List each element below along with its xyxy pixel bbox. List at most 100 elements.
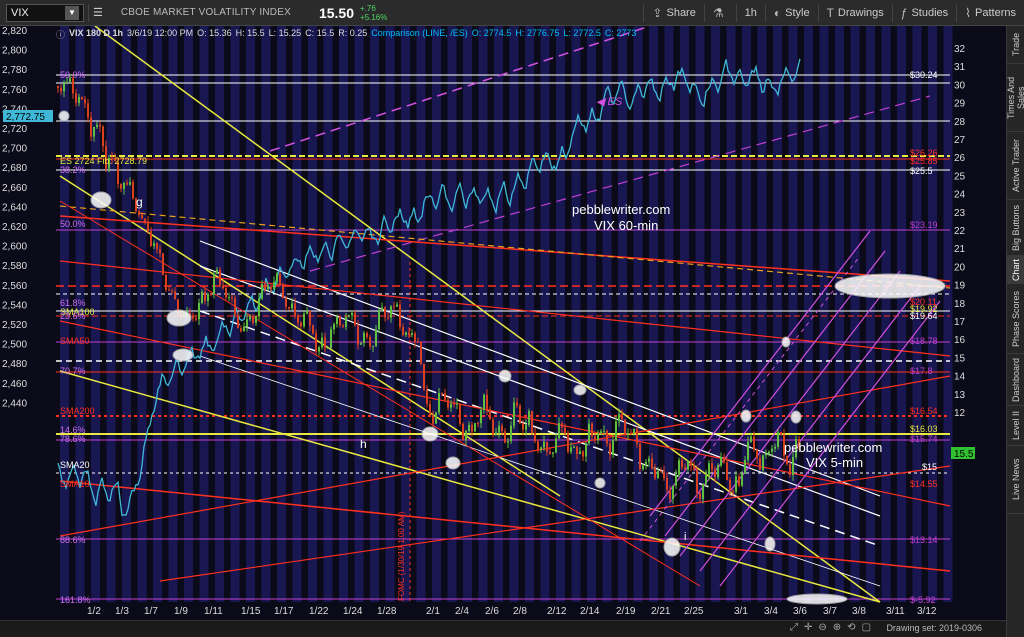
right-axis-label: 26 (954, 153, 966, 164)
left-axis-label: 2,620 (2, 222, 27, 233)
candle-body (324, 337, 326, 349)
rail-tab-times-and-sales[interactable]: Times And Sales (1006, 64, 1024, 132)
session-stripe (819, 26, 829, 602)
candle-body (789, 464, 791, 475)
candle-body (522, 423, 524, 430)
candle-body (648, 458, 650, 462)
candle-body (777, 432, 779, 447)
highlight-oval (58, 110, 70, 122)
candle-body (486, 394, 488, 410)
pan-icon[interactable]: ⤢ (790, 622, 798, 633)
rail-tab-dashboard[interactable]: Dashboard (1007, 354, 1024, 406)
right-axis-label: 13 (954, 390, 966, 401)
share-button[interactable]: ⇪ Share (643, 4, 703, 22)
session-stripe (711, 26, 720, 602)
drawings-button[interactable]: T Drawings (817, 4, 892, 22)
symbol-selector[interactable]: VIX ▼ (6, 3, 84, 22)
candle-body (75, 93, 77, 103)
candle-body (309, 310, 311, 326)
bar-close: C: 15.5 (305, 28, 335, 38)
brand-top: pebblewriter.com (572, 202, 670, 217)
top-toolbar: VIX ▼ ☰ CBOE MARKET VOLATILITY INDEX 15.… (0, 0, 1024, 26)
left-axis-label: 2,700 (2, 144, 27, 155)
reset-icon[interactable]: ⟲ (847, 622, 855, 633)
candle-body (603, 430, 605, 432)
rail-tab-level-ii[interactable]: Level II (1007, 406, 1024, 446)
zoom-out-icon[interactable]: ⊖ (818, 622, 826, 633)
session-stripes (60, 26, 953, 602)
candle-body (570, 447, 572, 452)
candle-body (201, 291, 203, 304)
zoom-in-icon[interactable]: ⊕ (833, 622, 841, 633)
right-level-label: $19.64 (910, 311, 938, 321)
gear-icon[interactable]: ☰ (88, 3, 107, 22)
candle-body (231, 297, 233, 299)
style-button[interactable]: ◐ Style (764, 4, 818, 22)
candle-body (99, 124, 101, 127)
candle-body (393, 306, 395, 308)
left-level-label: 88.6% (60, 535, 86, 545)
session-stripe (416, 26, 426, 602)
timeframe-button[interactable]: 1h (735, 4, 765, 22)
chart-svg[interactable]: 50.0%38.2%ES 2724 Fib: 2728.7950.0%61.8%… (0, 25, 1006, 620)
highlight-oval (498, 369, 512, 383)
candle-body (270, 286, 272, 289)
candle-body (327, 347, 329, 349)
candle-body (330, 329, 332, 348)
candle-body (90, 117, 92, 137)
candle-body (276, 273, 278, 282)
crosshair-icon[interactable]: ✛ (804, 622, 812, 633)
candle-body (540, 447, 542, 450)
x-axis-label: 2/8 (513, 606, 527, 617)
right-axis-label: 20 (954, 262, 966, 273)
candle-body (339, 317, 341, 326)
session-stripe (509, 26, 519, 602)
candle-body (279, 273, 281, 285)
candle-body (711, 463, 713, 470)
candle-body (129, 182, 131, 185)
candle-body (246, 319, 248, 327)
candle-body (708, 463, 710, 476)
candle-body (453, 403, 455, 405)
candle-body (348, 315, 350, 317)
candle-body (687, 461, 689, 470)
drawing-set[interactable]: Drawing set: 2019-0306 (886, 623, 982, 633)
bar-high: H: 15.5 (235, 28, 265, 38)
candle-body (549, 451, 551, 454)
x-axis-label: 3/7 (823, 606, 837, 617)
rail-tab-live-news[interactable]: Live News (1007, 446, 1024, 514)
right-axis-label: 30 (954, 80, 966, 91)
rail-tab-phase-scores[interactable]: Phase Scores (1007, 284, 1024, 354)
candle-body (381, 307, 383, 311)
candle-body (477, 423, 479, 425)
session-stripe (463, 26, 472, 602)
left-axis-label: 2,460 (2, 379, 27, 390)
studies-button[interactable]: ƒ Studies (891, 4, 956, 22)
candle-body (198, 303, 200, 320)
left-axis-label: 2,640 (2, 202, 27, 213)
fit-icon[interactable]: ▢ (862, 622, 871, 633)
chart-canvas[interactable]: 50.0% 38.2% ES 2724 Fib: 2728.79 50.0% 61.8%… (0, 25, 1006, 620)
chevron-down-icon[interactable]: ▼ (65, 5, 79, 20)
session-stripe (137, 26, 147, 602)
candle-body (714, 469, 716, 478)
patterns-button[interactable]: ⌇ Patterns (956, 4, 1024, 22)
candle-body (483, 394, 485, 410)
rail-tab-chart[interactable]: Chart (1007, 256, 1024, 284)
symbol-description: CBOE MARKET VOLATILITY INDEX (120, 7, 291, 18)
cmp-open: O: 2774.5 (471, 28, 512, 38)
session-stripe (432, 26, 441, 602)
bar-date: 3/6/19 12:00 PM (127, 28, 194, 38)
candle-body (267, 286, 269, 290)
x-axis-label: 1/7 (144, 606, 158, 617)
flask-button[interactable]: ⚗ (703, 4, 736, 22)
rail-tab-trade[interactable]: Trade (1007, 26, 1024, 64)
cmp-close: C: 2773 (604, 28, 637, 38)
brand-top-sub: VIX 60-min (594, 218, 658, 233)
rail-tab-active-trader[interactable]: Active Trader (1007, 132, 1024, 200)
candle-body (123, 182, 125, 189)
candle-body (258, 298, 260, 317)
rail-tab-big-buttons[interactable]: Big Buttons (1007, 200, 1024, 256)
candle-body (96, 124, 98, 127)
candle-body (357, 325, 359, 345)
